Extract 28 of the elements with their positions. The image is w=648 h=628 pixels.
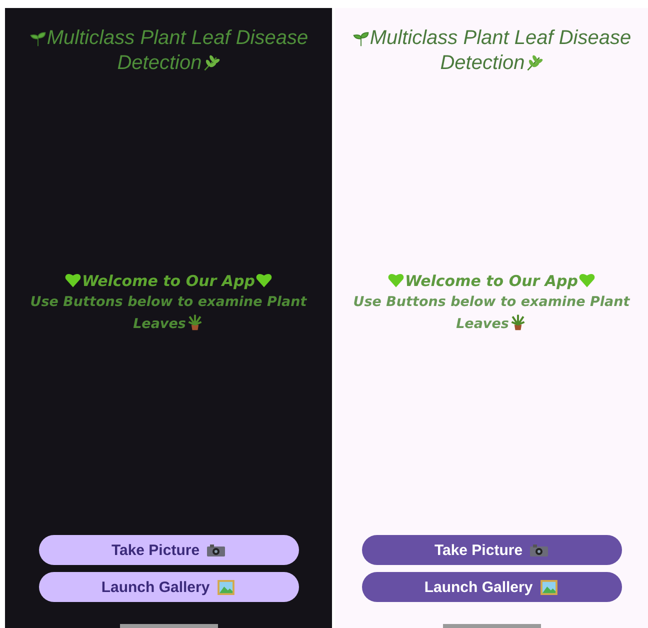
seedling-icon (28, 29, 47, 47)
heart-icon (64, 271, 82, 289)
landscape-picture-icon (538, 580, 559, 594)
heart-icon (578, 271, 596, 289)
instruction-text: Use Buttons below to examine Plant (30, 294, 307, 310)
app-title: Multiclass Plant Leaf Disease (370, 27, 632, 49)
take-picture-button[interactable]: Take Picture (38, 535, 298, 565)
seedling-icon (352, 29, 370, 47)
heart-icon (387, 271, 406, 289)
landscape-picture-icon (216, 580, 236, 594)
instruction-text: Use Buttons below to examine Plant (353, 294, 630, 310)
instruction-text: Leaves (456, 316, 509, 332)
app-title: Detection (117, 52, 202, 74)
launch-gallery-button[interactable]: Launch Gallery (362, 572, 622, 602)
launch-gallery-button[interactable]: Launch Gallery (38, 572, 298, 602)
camera-icon (206, 542, 226, 558)
herb-icon (524, 54, 543, 72)
potted-plant-icon (186, 313, 204, 331)
welcome-text: Welcome to Our App (82, 272, 255, 290)
herb-icon (202, 54, 220, 72)
camera-icon (528, 542, 549, 558)
potted-plant-icon (508, 313, 527, 331)
app-title: Detection (440, 52, 525, 74)
welcome-text: Welcome to Our App (405, 272, 578, 290)
app-title: Multiclass Plant Leaf Disease (46, 27, 308, 49)
take-picture-button[interactable]: Take Picture (362, 535, 622, 565)
heart-icon (254, 271, 273, 289)
instruction-text: Leaves (133, 316, 186, 332)
